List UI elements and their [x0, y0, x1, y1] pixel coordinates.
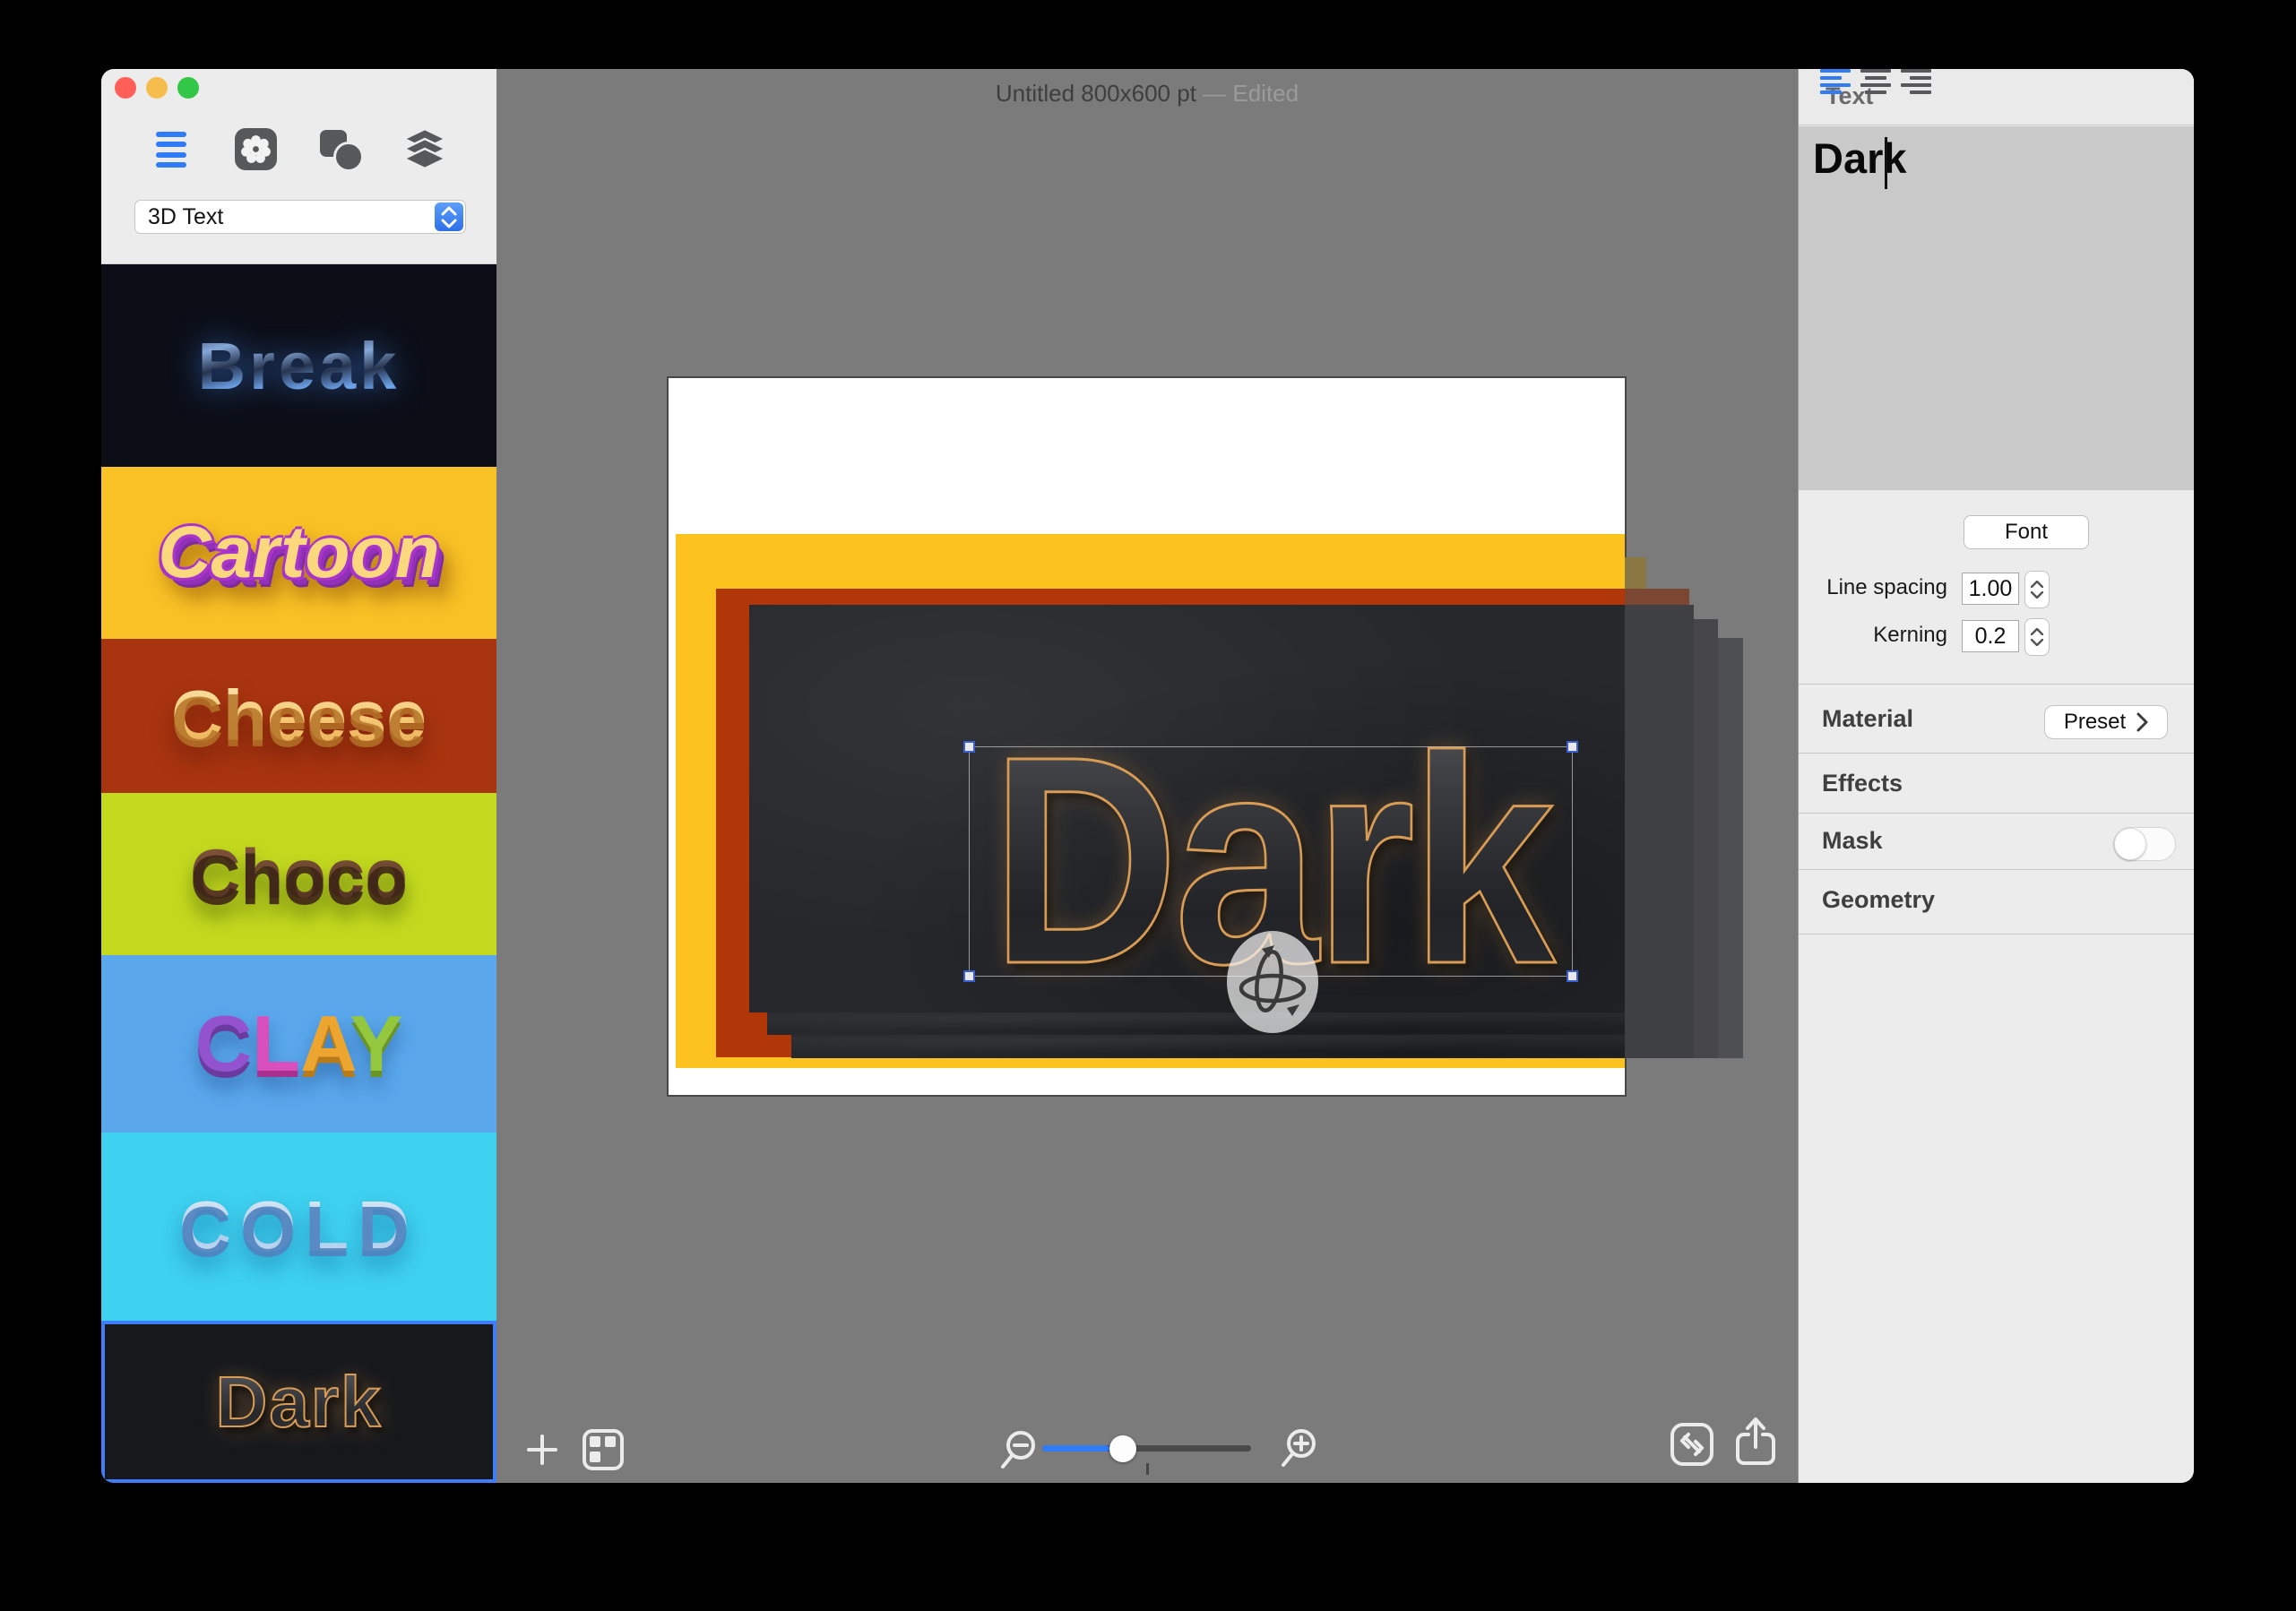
kerning-label: Kerning — [1799, 618, 1947, 652]
preset-tile-cold[interactable]: COLD — [101, 1133, 496, 1321]
preset-list: Break Cartoon Cheese Choco CLAY COLD Dark — [101, 265, 496, 1483]
preset-tile-label: CLAY — [195, 998, 403, 1090]
zoom-slider-tick — [1146, 1463, 1149, 1475]
preset-tile-label: Choco — [190, 833, 408, 915]
preset-category-value: 3D Text — [148, 204, 223, 230]
app-window: 3D Text Break Cartoon Cheese Choco CLAY COLD D… — [101, 69, 2194, 1483]
share-icon[interactable] — [1734, 1417, 1777, 1465]
text-content-input[interactable]: Dark — [1799, 126, 2194, 490]
material-section-label: Material — [1822, 705, 1913, 733]
preset-tile-cheese[interactable]: Cheese — [101, 639, 496, 793]
document-edited-badge: — Edited — [1203, 80, 1299, 107]
material-preset-label: Preset — [2064, 710, 2126, 735]
inspector-panel: Text Dark Font Line spacing 1.00 K — [1798, 69, 2194, 1483]
document-title: Untitled 800x600 pt — Edited — [496, 80, 1798, 108]
dropdown-stepper-icon[interactable] — [435, 202, 463, 231]
line-spacing-stepper[interactable] — [2024, 571, 2050, 608]
align-right-button[interactable] — [1901, 69, 1931, 94]
preset-tile-dark[interactable]: Dark — [101, 1321, 496, 1483]
geometry-section-label[interactable]: Geometry — [1822, 886, 1935, 914]
expand-canvas-icon[interactable] — [1670, 1423, 1713, 1466]
effects-section-label[interactable]: Effects — [1822, 770, 1903, 797]
line-spacing-input[interactable]: 1.00 — [1962, 573, 2019, 605]
section-divider — [1799, 753, 2194, 754]
section-divider — [1799, 869, 2194, 870]
layers-icon[interactable] — [402, 127, 447, 177]
preset-tile-label: Dark — [216, 1361, 383, 1443]
material-preset-button[interactable]: Preset — [2044, 705, 2168, 739]
zoom-in-icon[interactable] — [1279, 1427, 1318, 1469]
chevron-right-icon — [2136, 712, 2148, 732]
preset-tile-label: Cheese — [171, 675, 427, 757]
offcanvas-dimmed-dark — [1625, 605, 1694, 1058]
mask-toggle-knob — [2114, 828, 2146, 860]
canvas-workspace[interactable]: Untitled 800x600 pt — Edited Dark — [496, 69, 1798, 1483]
kerning-input[interactable]: 0.2 — [1962, 620, 2019, 652]
zoom-out-icon[interactable] — [998, 1429, 1038, 1470]
screenshot-stage: 3D Text Break Cartoon Cheese Choco CLAY COLD D… — [0, 0, 2296, 1611]
document-title-text: Untitled 800x600 pt — [996, 80, 1196, 107]
offcanvas-dimmed-red — [1625, 589, 1689, 605]
align-center-button[interactable] — [1860, 69, 1891, 94]
zoom-window-button[interactable] — [177, 77, 199, 99]
align-left-button[interactable] — [1820, 69, 1851, 94]
background-layer-dark-step — [791, 1035, 1625, 1058]
offcanvas-dimmed-dark-step — [1694, 619, 1718, 1058]
shapes-icon[interactable] — [319, 129, 364, 177]
font-button[interactable]: Font — [1964, 515, 2089, 549]
preset-tile-label: COLD — [179, 1185, 419, 1269]
zoom-slider[interactable] — [1042, 1445, 1251, 1452]
minimize-window-button[interactable] — [146, 77, 168, 99]
rotate-3d-gizmo-icon[interactable] — [1224, 929, 1321, 1035]
preset-tile-label: Cartoon — [158, 511, 439, 595]
preset-tile-choco[interactable]: Choco — [101, 793, 496, 955]
flower-glyph — [235, 128, 277, 170]
sidebar: 3D Text Break Cartoon Cheese Choco CLAY COLD D… — [101, 69, 496, 1483]
sidebar-mode-toolbar — [101, 125, 496, 175]
line-spacing-label: Line spacing — [1799, 571, 1947, 605]
preset-tile-label: Break — [198, 328, 401, 404]
section-divider — [1799, 934, 2194, 935]
effects-flower-icon[interactable] — [235, 128, 277, 170]
preset-tile-break[interactable]: Break — [101, 265, 496, 467]
offcanvas-dimmed-yellow — [1625, 557, 1646, 589]
mask-section-label[interactable]: Mask — [1822, 827, 1883, 855]
sidebar-toolbar: 3D Text — [101, 69, 496, 264]
text-cursor — [1885, 137, 1887, 189]
close-window-button[interactable] — [115, 77, 136, 99]
section-divider — [1799, 813, 2194, 814]
section-divider — [1799, 684, 2194, 685]
text-content-value: Dark — [1813, 134, 1907, 183]
mask-toggle[interactable] — [2113, 827, 2176, 861]
add-object-button[interactable] — [527, 1434, 557, 1465]
offcanvas-dimmed-dark-step — [1718, 638, 1743, 1058]
presets-list-icon[interactable] — [156, 132, 186, 168]
preset-category-dropdown[interactable]: 3D Text — [134, 200, 466, 234]
kerning-stepper[interactable] — [2024, 618, 2050, 656]
layout-grid-button[interactable] — [583, 1429, 624, 1470]
preset-tile-clay[interactable]: CLAY — [101, 955, 496, 1133]
preset-tile-cartoon[interactable]: Cartoon — [101, 467, 496, 639]
inspector-header: Text — [1799, 69, 2194, 125]
zoom-slider-fill — [1042, 1445, 1109, 1452]
zoom-slider-thumb[interactable] — [1109, 1435, 1136, 1462]
